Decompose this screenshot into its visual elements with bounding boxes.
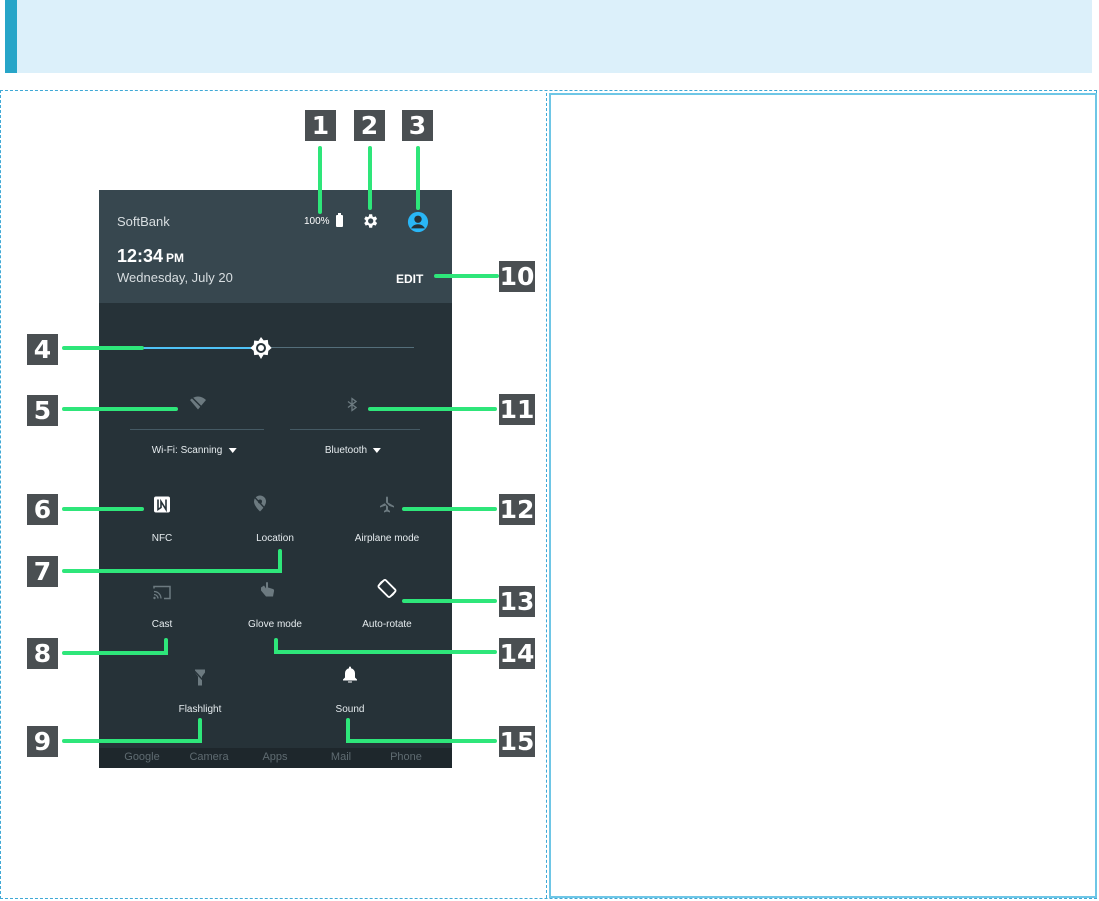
callout-14: 14 xyxy=(499,638,535,669)
nfc-label: NFC xyxy=(151,533,173,544)
nfc-icon[interactable] xyxy=(153,496,171,519)
callout-12: 12 xyxy=(499,494,535,525)
callout-6: 6 xyxy=(27,494,58,525)
user-icon[interactable] xyxy=(407,211,429,238)
callout-4: 4 xyxy=(27,334,58,365)
callout-13: 13 xyxy=(499,586,535,617)
bluetooth-separator xyxy=(290,429,420,430)
airplane-mode-label: Airplane mode xyxy=(354,533,420,544)
flashlight-label: Flashlight xyxy=(178,704,222,715)
callout-1: 1 xyxy=(305,110,336,141)
callout-8: 8 xyxy=(27,638,58,669)
clock: 12:34 PM xyxy=(117,246,185,266)
status-header: SoftBank 12:34 PM Wednesday, July 20 100%… xyxy=(99,190,452,303)
header-bar xyxy=(5,0,1092,73)
edit-button[interactable]: EDIT xyxy=(396,272,423,286)
home-dock: Google Camera Apps Mail Phone xyxy=(99,748,452,768)
airplane-icon[interactable] xyxy=(379,496,395,518)
bluetooth-tile-label[interactable]: Bluetooth xyxy=(325,445,382,456)
bluetooth-icon[interactable] xyxy=(347,397,358,417)
bell-icon[interactable] xyxy=(343,666,357,688)
wifi-separator xyxy=(130,429,264,430)
quick-settings-panel: SoftBank 12:34 PM Wednesday, July 20 100%… xyxy=(99,190,452,768)
header-accent xyxy=(5,0,17,73)
cast-icon[interactable] xyxy=(153,585,171,605)
callout-10: 10 xyxy=(499,261,535,292)
glove-mode-label: Glove mode xyxy=(248,619,302,630)
callout-2: 2 xyxy=(354,110,385,141)
brightness-slider-track[interactable] xyxy=(260,347,414,348)
dock-item: Apps xyxy=(262,751,288,763)
dock-item: Phone xyxy=(390,751,422,763)
auto-rotate-label: Auto-rotate xyxy=(362,619,412,630)
brightness-icon[interactable] xyxy=(249,336,273,365)
dock-item: Google xyxy=(124,751,160,763)
rotate-icon[interactable] xyxy=(376,578,398,605)
wifi-icon[interactable] xyxy=(190,396,206,416)
dock-item: Mail xyxy=(330,751,352,763)
location-icon[interactable] xyxy=(253,495,267,517)
callout-9: 9 xyxy=(27,726,58,757)
callout-3: 3 xyxy=(402,110,433,141)
dock-item: Camera xyxy=(189,751,229,763)
sound-label: Sound xyxy=(335,704,365,715)
carrier-label: SoftBank xyxy=(117,214,170,229)
date-label: Wednesday, July 20 xyxy=(117,270,233,285)
wifi-tile-label[interactable]: Wi-Fi: Scanning xyxy=(152,445,237,456)
brightness-slider-fill xyxy=(140,347,260,349)
flashlight-icon[interactable] xyxy=(193,669,207,691)
glove-icon[interactable] xyxy=(259,582,275,603)
callout-5: 5 xyxy=(27,395,58,426)
callout-7: 7 xyxy=(27,556,58,587)
battery-icon xyxy=(336,213,343,227)
gear-icon[interactable] xyxy=(361,212,379,235)
cast-label: Cast xyxy=(151,619,173,630)
description-panel xyxy=(549,93,1097,898)
callout-11: 11 xyxy=(499,394,535,425)
battery-level: 100% xyxy=(304,216,330,227)
frame-divider xyxy=(546,93,547,898)
location-label: Location xyxy=(256,533,294,544)
callout-15: 15 xyxy=(499,726,535,757)
